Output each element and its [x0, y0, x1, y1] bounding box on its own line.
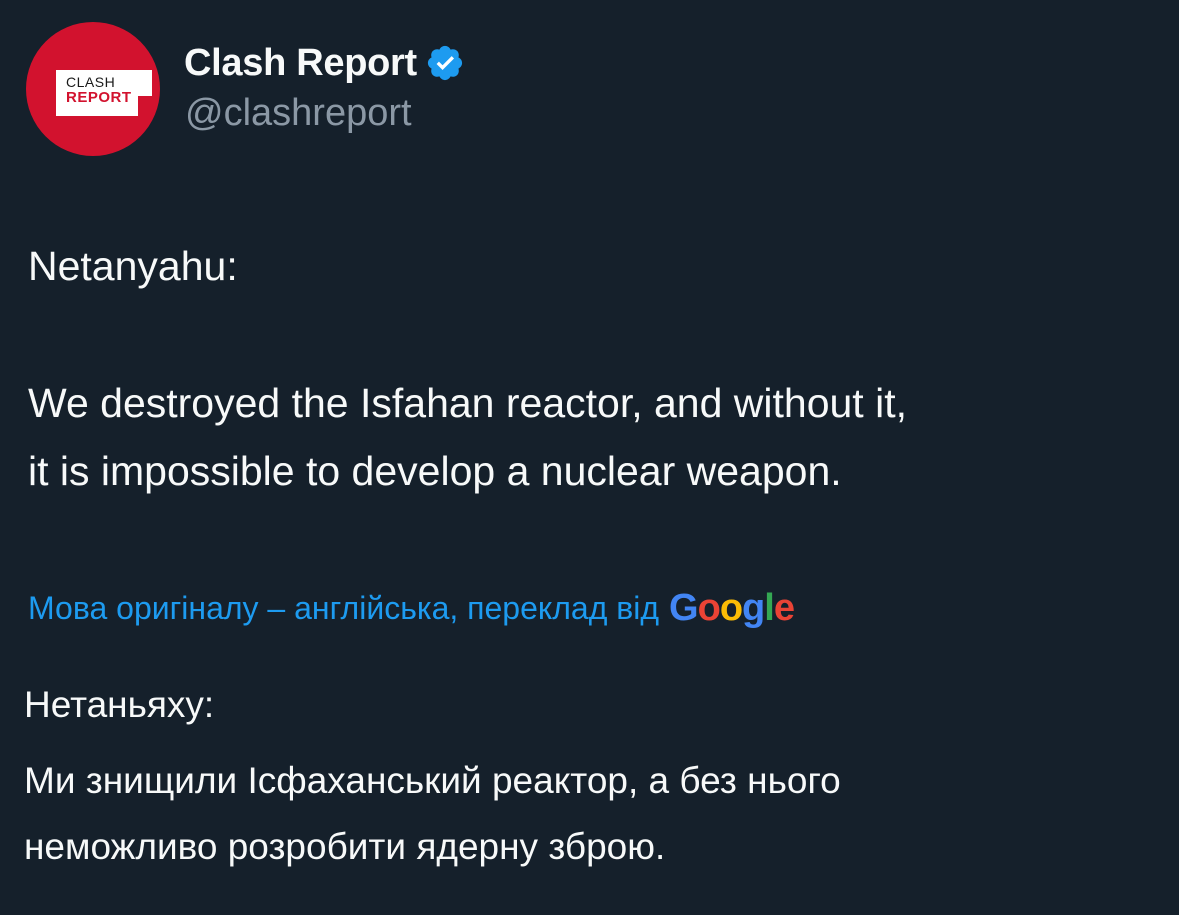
display-name[interactable]: Clash Report: [184, 42, 417, 85]
translated-text-line: Нетаньяху:: [24, 684, 215, 725]
translated-text-line: неможливо розробити ядерну зброю.: [24, 826, 666, 867]
user-handle[interactable]: @clashreport: [185, 92, 412, 135]
avatar-logo-notch: [138, 70, 152, 96]
tweet-view: CLASH REPORT Clash Report @clashreport N…: [0, 0, 1179, 915]
author-name-row[interactable]: Clash Report: [184, 38, 465, 88]
tweet-text-line: We destroyed the Isfahan reactor, and wi…: [28, 380, 907, 426]
tweet-text-line: it is impossible to develop a nuclear we…: [28, 448, 842, 494]
translated-text-line: Ми знищили Ісфаханський реактор, а без н…: [24, 760, 841, 801]
avatar[interactable]: CLASH REPORT: [26, 22, 160, 156]
verified-badge-icon[interactable]: [425, 43, 465, 83]
google-logo: Google: [669, 586, 795, 629]
avatar-logo-text-top: CLASH: [66, 74, 116, 90]
avatar-logo-text-bottom: REPORT: [66, 89, 132, 106]
translation-attribution[interactable]: Мова оригіналу – англійська, переклад ві…: [28, 583, 795, 633]
tweet-text-line: Netanyahu:: [28, 243, 238, 289]
translation-label[interactable]: Мова оригіналу – англійська, переклад ві…: [28, 590, 659, 627]
